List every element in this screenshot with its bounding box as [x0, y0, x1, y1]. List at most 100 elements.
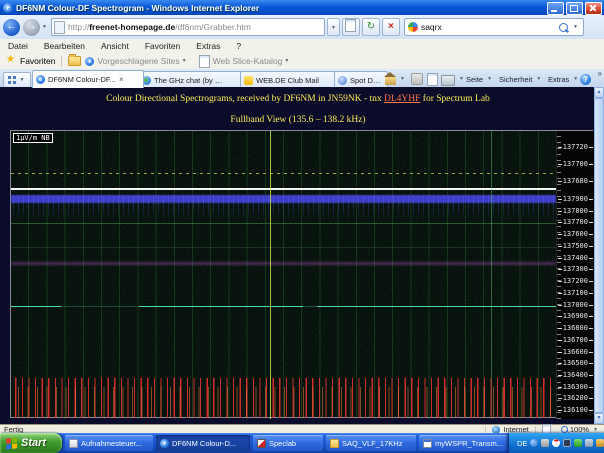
task-df6nm-ie[interactable]: e DF6NM Colour-D... [156, 435, 250, 451]
chevron-down-icon: ▼ [573, 76, 579, 82]
freq-label: 137680 [557, 178, 594, 185]
search-value: saqrx [420, 22, 442, 32]
restore-button[interactable] [566, 2, 583, 15]
time-marker-line [270, 131, 271, 419]
vertical-scrollbar[interactable]: ▲ ▼ [594, 87, 604, 424]
tab-bar: ▼ e DF6NM Colour-DF... × The GHz chat (b… [0, 69, 604, 88]
tab-close-icon[interactable]: × [119, 75, 124, 84]
compatibility-icon [345, 19, 357, 32]
page-subtitle: Fullband View (135.6 – 138.2 kHz) [230, 115, 366, 125]
separator [534, 426, 536, 433]
display-tray-icon[interactable] [563, 439, 572, 447]
scroll-up-button[interactable]: ▲ [594, 87, 604, 98]
minimize-button[interactable] [547, 2, 564, 15]
gridline-137700 [11, 223, 556, 224]
menu-bearbeiten[interactable]: Bearbeiten [44, 41, 85, 51]
ie-logo-icon: e [3, 2, 13, 13]
windows-flag-icon [6, 436, 17, 450]
freq-label: 136700 [557, 337, 594, 344]
page-title: Colour Directional Spectrograms, receive… [0, 94, 596, 104]
favorites-star-icon: ★ [6, 54, 15, 65]
task-aufnahmesteuer[interactable]: Aufnahmesteuer... [65, 435, 153, 451]
network-tray-icon[interactable] [574, 439, 583, 447]
task-saq-folder[interactable]: SAQ_VLF_17KHz [326, 435, 416, 451]
weak-signal-smear [11, 262, 556, 265]
tab-df6nm[interactable]: e DF6NM Colour-DF... × [32, 70, 144, 88]
title-bar[interactable]: e DF6NM Colour-DF Spectrogram - Windows … [0, 0, 604, 15]
read-mail-button[interactable] [427, 72, 438, 86]
forward-button[interactable]: → [23, 18, 40, 36]
print-button[interactable]: ▼ [441, 72, 466, 86]
suggested-sites-link[interactable]: Vorgeschlagene Sites [97, 56, 179, 66]
spot-favicon [338, 75, 347, 85]
sicherheit-menu[interactable]: Sicherheit ▼ [499, 72, 543, 86]
freq-label: 137700 [557, 161, 594, 168]
refresh-button[interactable]: ↻ [361, 18, 380, 36]
tab-ghz-chat[interactable]: The GHz chat (by ON... [138, 71, 246, 88]
avira-icon[interactable]: ☂ [552, 439, 561, 447]
web-slice-icon [198, 54, 210, 68]
search-magnifier-icon[interactable] [559, 22, 568, 32]
speclab-icon [257, 438, 266, 448]
carrier-137000 [11, 306, 556, 307]
address-input[interactable]: http://freenet-homepage.de/df6nm/Grabber… [50, 18, 325, 36]
freq-label: 136600 [557, 349, 594, 356]
freq-label: 137300 [557, 266, 594, 273]
quick-tabs-button[interactable]: ▼ [3, 72, 31, 88]
freq-label: 137720 [557, 144, 594, 151]
add-favorites-folder-icon[interactable] [68, 54, 82, 66]
help-button[interactable]: ? [580, 72, 591, 86]
task-speclab[interactable]: Speclab [253, 435, 323, 451]
tab-webde-mail[interactable]: WEB.DE Club Mail [240, 71, 340, 88]
tab-spot-database[interactable]: Spot Database | WS... [334, 71, 388, 88]
tray-app-icon[interactable] [541, 439, 550, 447]
feeds-button[interactable] [411, 72, 423, 86]
menu-extras[interactable]: Extras [196, 41, 220, 51]
page-title-suffix: for Spectrum Lab [420, 94, 490, 104]
signal-streaks [11, 195, 556, 221]
favorites-button[interactable]: Favoriten [20, 56, 55, 66]
task-label: DF6NM Colour-D... [172, 438, 237, 448]
history-dropdown-icon[interactable]: ▼ [42, 24, 47, 30]
task-wspr-notepad[interactable]: myWSPR_Transm... [419, 435, 509, 451]
sicherheit-label: Sicherheit [499, 74, 533, 84]
web-slice-link[interactable]: Web Slice-Katalog [213, 56, 283, 66]
freq-label: 137100 [557, 290, 594, 297]
seite-menu[interactable]: Seite ▼ [466, 72, 494, 86]
seite-label: Seite [466, 74, 484, 84]
search-input[interactable]: saqrx ▼ [403, 18, 584, 36]
input-switch-icon[interactable] [530, 439, 539, 447]
menu-ansicht[interactable]: Ansicht [101, 41, 129, 51]
compatibility-view-button[interactable] [341, 18, 360, 36]
dl4yhf-link[interactable]: DL4YHF [384, 94, 420, 104]
gridline-137500 [11, 247, 556, 248]
stop-button[interactable]: × [381, 18, 400, 36]
start-button[interactable]: Start [0, 433, 62, 453]
mail-icon [427, 72, 438, 86]
extras-menu[interactable]: Extras ▼ [548, 72, 580, 86]
toolbar-overflow-button[interactable]: » [598, 69, 602, 78]
scrollbar-thumb[interactable] [594, 98, 604, 413]
freq-label: 136500 [557, 360, 594, 367]
language-indicator[interactable]: DE [517, 439, 527, 448]
freq-label: 136400 [557, 372, 594, 379]
webde-favicon [244, 75, 253, 85]
volume-tray-icon[interactable] [585, 439, 594, 447]
menu-datei[interactable]: Datei [8, 41, 28, 51]
tab-favicon: e [36, 75, 45, 84]
home-icon [384, 71, 396, 85]
address-dropdown-button[interactable]: ▼ [326, 18, 340, 36]
search-options-icon[interactable]: ▼ [573, 24, 578, 30]
back-button[interactable]: ← [3, 18, 20, 36]
help-icon: ? [580, 73, 591, 85]
menu-hilfe[interactable]: ? [236, 41, 241, 51]
home-button[interactable]: ▼ [384, 71, 407, 86]
tray-app-icon-2[interactable] [596, 439, 604, 447]
scroll-down-button[interactable]: ▼ [594, 413, 604, 424]
close-button[interactable] [585, 2, 602, 15]
time-gridlines [11, 131, 556, 419]
google-icon [407, 22, 418, 32]
menu-favoriten[interactable]: Favoriten [145, 41, 180, 51]
freq-label: 136800 [557, 325, 594, 332]
page-icon [53, 20, 65, 34]
